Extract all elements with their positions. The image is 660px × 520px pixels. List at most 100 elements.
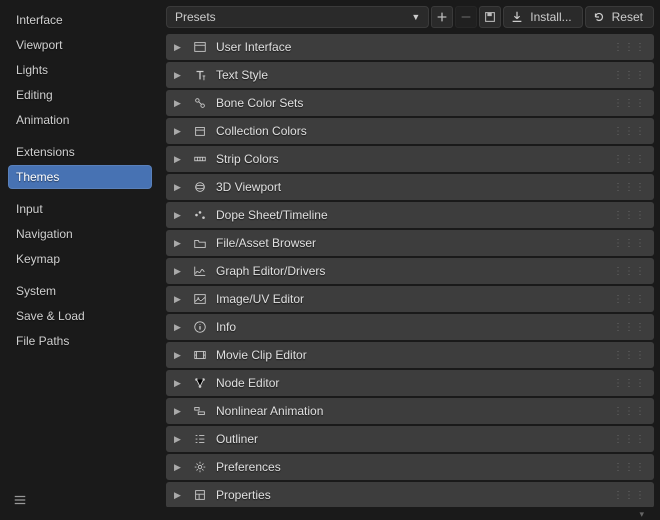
drag-handle-icon[interactable]: ⋮⋮⋮ bbox=[613, 434, 646, 445]
theme-panel--d-viewport[interactable]: ▶3D Viewport⋮⋮⋮ bbox=[166, 174, 654, 200]
drag-handle-icon[interactable]: ⋮⋮⋮ bbox=[613, 462, 646, 473]
prefs-icon bbox=[192, 459, 208, 475]
panel-label: Preferences bbox=[216, 460, 281, 474]
drag-handle-icon[interactable]: ⋮⋮⋮ bbox=[613, 266, 646, 277]
theme-panel-node-editor[interactable]: ▶Node Editor⋮⋮⋮ bbox=[166, 370, 654, 396]
chevron-right-icon: ▶ bbox=[174, 42, 184, 53]
sidebar-item-input[interactable]: Input bbox=[8, 197, 152, 221]
chevron-right-icon: ▶ bbox=[174, 154, 184, 165]
reset-button[interactable]: Reset bbox=[585, 6, 654, 28]
image-icon bbox=[192, 291, 208, 307]
scroll-indicator: ▾ bbox=[166, 507, 654, 520]
drag-handle-icon[interactable]: ⋮⋮⋮ bbox=[613, 126, 646, 137]
toolbar: Presets ▼ Install... Reset bbox=[166, 6, 654, 28]
drag-handle-icon[interactable]: ⋮⋮⋮ bbox=[613, 98, 646, 109]
preset-dropdown[interactable]: Presets ▼ bbox=[166, 6, 429, 28]
drag-handle-icon[interactable]: ⋮⋮⋮ bbox=[613, 406, 646, 417]
remove-preset-button[interactable] bbox=[455, 6, 477, 28]
theme-panel-graph-editor-drivers[interactable]: ▶Graph Editor/Drivers⋮⋮⋮ bbox=[166, 258, 654, 284]
sidebar-item-viewport[interactable]: Viewport bbox=[8, 33, 152, 57]
panel-label: Dope Sheet/Timeline bbox=[216, 208, 328, 222]
sidebar-item-save-load[interactable]: Save & Load bbox=[8, 304, 152, 328]
chevron-right-icon: ▶ bbox=[174, 378, 184, 389]
sidebar-item-animation[interactable]: Animation bbox=[8, 108, 152, 132]
sidebar-item-themes[interactable]: Themes bbox=[8, 165, 152, 189]
drag-handle-icon[interactable]: ⋮⋮⋮ bbox=[613, 322, 646, 333]
panel-label: Info bbox=[216, 320, 236, 334]
chevron-right-icon: ▶ bbox=[174, 406, 184, 417]
chevron-right-icon: ▶ bbox=[174, 434, 184, 445]
panel-label: User Interface bbox=[216, 40, 291, 54]
theme-panel-movie-clip-editor[interactable]: ▶Movie Clip Editor⋮⋮⋮ bbox=[166, 342, 654, 368]
chevron-right-icon: ▶ bbox=[174, 98, 184, 109]
graph-icon bbox=[192, 263, 208, 279]
theme-panel-collection-colors[interactable]: ▶Collection Colors⋮⋮⋮ bbox=[166, 118, 654, 144]
theme-panel-nonlinear-animation[interactable]: ▶Nonlinear Animation⋮⋮⋮ bbox=[166, 398, 654, 424]
reset-label: Reset bbox=[612, 10, 643, 24]
sidebar-item-interface[interactable]: Interface bbox=[8, 8, 152, 32]
drag-handle-icon[interactable]: ⋮⋮⋮ bbox=[613, 490, 646, 501]
sidebar-item-file-paths[interactable]: File Paths bbox=[8, 329, 152, 353]
nla-icon bbox=[192, 403, 208, 419]
sidebar-item-lights[interactable]: Lights bbox=[8, 58, 152, 82]
sidebar-item-navigation[interactable]: Navigation bbox=[8, 222, 152, 246]
drag-handle-icon[interactable]: ⋮⋮⋮ bbox=[613, 182, 646, 193]
hamburger-icon bbox=[13, 493, 27, 507]
sidebar-item-editing[interactable]: Editing bbox=[8, 83, 152, 107]
text-icon bbox=[192, 67, 208, 83]
theme-panel-user-interface[interactable]: ▶ User Interface ⋮⋮⋮ bbox=[166, 34, 654, 60]
panel-label: File/Asset Browser bbox=[216, 236, 316, 250]
theme-panel-strip-colors[interactable]: ▶ Strip Colors ⋮⋮⋮ bbox=[166, 146, 654, 172]
theme-panel-info[interactable]: ▶Info⋮⋮⋮ bbox=[166, 314, 654, 340]
drag-handle-icon[interactable]: ⋮⋮⋮ bbox=[613, 154, 646, 165]
minus-icon bbox=[459, 10, 473, 24]
chevron-right-icon: ▶ bbox=[174, 462, 184, 473]
main-content: Presets ▼ Install... Reset ▶ User Interfa… bbox=[160, 0, 660, 520]
install-label: Install... bbox=[530, 10, 571, 24]
hamburger-menu-button[interactable] bbox=[8, 488, 32, 512]
strip-icon bbox=[192, 151, 208, 167]
chevron-down-icon: ▼ bbox=[411, 12, 420, 22]
theme-panel-bone-color-sets[interactable]: ▶ Bone Color Sets ⋮⋮⋮ bbox=[166, 90, 654, 116]
chevron-right-icon: ▶ bbox=[174, 294, 184, 305]
sidebar-item-extensions[interactable]: Extensions bbox=[8, 140, 152, 164]
sidebar-item-system[interactable]: System bbox=[8, 279, 152, 303]
drag-handle-icon[interactable]: ⋮⋮⋮ bbox=[613, 70, 646, 81]
theme-panel-text-style[interactable]: ▶Text Style⋮⋮⋮ bbox=[166, 62, 654, 88]
sidebar-item-keymap[interactable]: Keymap bbox=[8, 247, 152, 271]
drag-handle-icon[interactable]: ⋮⋮⋮ bbox=[613, 350, 646, 361]
preset-label: Presets bbox=[175, 10, 216, 24]
undo-icon bbox=[592, 10, 606, 24]
info-icon bbox=[192, 319, 208, 335]
install-button[interactable]: Install... bbox=[503, 6, 582, 28]
drag-handle-icon[interactable]: ⋮⋮⋮ bbox=[613, 42, 646, 53]
theme-panel-outliner[interactable]: ▶Outliner⋮⋮⋮ bbox=[166, 426, 654, 452]
panel-label: Bone Color Sets bbox=[216, 96, 303, 110]
theme-panel-preferences[interactable]: ▶ Preferences ⋮⋮⋮ bbox=[166, 454, 654, 480]
save-preset-button[interactable] bbox=[479, 6, 501, 28]
props-icon bbox=[192, 487, 208, 503]
panel-label: 3D Viewport bbox=[216, 180, 281, 194]
drag-handle-icon[interactable]: ⋮⋮⋮ bbox=[613, 210, 646, 221]
collection-icon bbox=[192, 123, 208, 139]
theme-panel-image-uv-editor[interactable]: ▶ Image/UV Editor ⋮⋮⋮ bbox=[166, 286, 654, 312]
save-icon bbox=[483, 10, 497, 24]
chevron-right-icon: ▶ bbox=[174, 70, 184, 81]
drag-handle-icon[interactable]: ⋮⋮⋮ bbox=[613, 238, 646, 249]
drag-handle-icon[interactable]: ⋮⋮⋮ bbox=[613, 294, 646, 305]
panel-label: Strip Colors bbox=[216, 152, 279, 166]
chevron-right-icon: ▶ bbox=[174, 210, 184, 221]
panel-label: Properties bbox=[216, 488, 271, 502]
3d-icon bbox=[192, 179, 208, 195]
dope-icon bbox=[192, 207, 208, 223]
theme-panel-dope-sheet-timeline[interactable]: ▶ Dope Sheet/Timeline ⋮⋮⋮ bbox=[166, 202, 654, 228]
drag-handle-icon[interactable]: ⋮⋮⋮ bbox=[613, 378, 646, 389]
node-icon bbox=[192, 375, 208, 391]
add-preset-button[interactable] bbox=[431, 6, 453, 28]
chevron-right-icon: ▶ bbox=[174, 238, 184, 249]
preferences-sidebar: InterfaceViewportLightsEditingAnimation E… bbox=[0, 0, 160, 520]
theme-panel-properties[interactable]: ▶Properties⋮⋮⋮ bbox=[166, 482, 654, 507]
chevron-right-icon: ▶ bbox=[174, 266, 184, 277]
panel-label: Image/UV Editor bbox=[216, 292, 304, 306]
theme-panel-file-asset-browser[interactable]: ▶ File/Asset Browser ⋮⋮⋮ bbox=[166, 230, 654, 256]
